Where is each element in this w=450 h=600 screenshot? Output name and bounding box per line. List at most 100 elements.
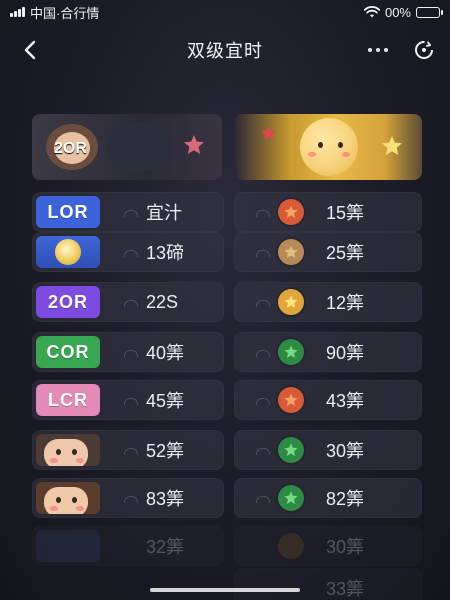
face-cheek bbox=[50, 506, 58, 511]
row-left-value: 宜汁 bbox=[146, 203, 182, 223]
row-left-2[interactable]: 13碲 bbox=[32, 232, 224, 272]
smiley-cheek bbox=[308, 152, 316, 157]
row-right-6[interactable]: 30筭 bbox=[234, 430, 422, 470]
more-dot bbox=[384, 48, 388, 52]
row-right-value: 25筭 bbox=[326, 243, 365, 263]
indicator-icon bbox=[256, 210, 270, 217]
row-left-value: 83筭 bbox=[146, 489, 185, 509]
battery-percent: 00% bbox=[384, 4, 411, 20]
face-eye bbox=[56, 449, 61, 455]
smiley-face-icon bbox=[300, 118, 358, 176]
banner-dark-face bbox=[106, 122, 170, 172]
avatar bbox=[36, 434, 100, 466]
row-right-5[interactable]: 43筭 bbox=[234, 380, 422, 420]
row-right-4[interactable]: 90筭 bbox=[234, 332, 422, 372]
more-dot bbox=[368, 48, 372, 52]
face-eye bbox=[56, 497, 61, 503]
row-left-7[interactable]: 83筭 bbox=[32, 478, 224, 518]
badge-pink: LCR bbox=[36, 384, 100, 416]
indicator-icon bbox=[256, 496, 270, 503]
face-cheek bbox=[76, 506, 84, 511]
banner-right[interactable] bbox=[234, 114, 422, 180]
face-cheek bbox=[76, 458, 84, 463]
row-left-1[interactable]: LOR 宜汁 bbox=[32, 192, 224, 232]
smiley-eye bbox=[318, 142, 323, 148]
badge-text: 2OR bbox=[47, 291, 88, 312]
row-right-2[interactable]: 25筭 bbox=[234, 232, 422, 272]
indicator-icon bbox=[124, 210, 138, 217]
gem-icon bbox=[55, 239, 81, 265]
row-left-value: 40筭 bbox=[146, 343, 185, 363]
row-right-value: 33筭 bbox=[326, 579, 365, 599]
row-right-9[interactable]: 33筭 bbox=[234, 568, 422, 600]
bronze-coin-icon bbox=[278, 239, 304, 265]
star-icon bbox=[382, 136, 402, 155]
row-right-value: 30筭 bbox=[326, 537, 365, 557]
indicator-icon bbox=[256, 448, 270, 455]
gold-coin-icon bbox=[278, 289, 304, 315]
row-left-value: 45筭 bbox=[146, 391, 185, 411]
app-screen: 中国·合行情 00% 双级宜时 2OR LOR 宜汁 15筭 13碲 25筭 2… bbox=[0, 0, 450, 600]
status-left: 中国·合行情 bbox=[10, 3, 99, 22]
badge-text: LOR bbox=[47, 201, 89, 222]
battery-icon bbox=[416, 6, 443, 18]
row-left-6[interactable]: 52筭 bbox=[32, 430, 224, 470]
badge-text: COR bbox=[46, 341, 90, 362]
indicator-icon bbox=[256, 250, 270, 257]
banner-left[interactable]: 2OR bbox=[32, 114, 222, 180]
refresh-button[interactable] bbox=[410, 36, 438, 64]
row-left-3[interactable]: 2OR 22S bbox=[32, 282, 224, 322]
row-right-8[interactable]: 30筭 bbox=[234, 526, 422, 566]
signal-icon bbox=[10, 7, 25, 17]
row-left-5[interactable]: LCR 45筭 bbox=[32, 380, 224, 420]
red-coin-icon bbox=[278, 387, 304, 413]
smiley-cheek bbox=[342, 152, 350, 157]
more-button[interactable] bbox=[362, 38, 394, 62]
indicator-icon bbox=[124, 350, 138, 357]
row-left-value: 22S bbox=[146, 291, 179, 312]
row-right-value: 90筭 bbox=[326, 343, 365, 363]
indicator-icon bbox=[256, 398, 270, 405]
row-right-value: 43筭 bbox=[326, 391, 365, 411]
row-left-value: 32筭 bbox=[146, 537, 185, 557]
row-right-value: 30筭 bbox=[326, 441, 365, 461]
row-right-value: 15筭 bbox=[326, 203, 365, 223]
badge-blue: LOR bbox=[36, 196, 100, 228]
row-left-4[interactable]: COR 40筭 bbox=[32, 332, 224, 372]
indicator-icon bbox=[256, 350, 270, 357]
face-cheek bbox=[50, 458, 58, 463]
row-right-value: 12筭 bbox=[326, 293, 365, 313]
bronze-coin-icon bbox=[278, 533, 304, 559]
green-star-icon bbox=[278, 339, 304, 365]
page-title: 双级宜时 bbox=[187, 41, 263, 61]
indicator-icon bbox=[124, 448, 138, 455]
indicator-icon bbox=[124, 250, 138, 257]
indicator-icon bbox=[256, 300, 270, 307]
refresh-icon bbox=[415, 41, 433, 59]
back-button[interactable] bbox=[16, 36, 44, 64]
badge-text: LCR bbox=[48, 389, 88, 410]
badge-purple: 2OR bbox=[36, 286, 100, 318]
home-indicator[interactable] bbox=[150, 588, 300, 592]
green-star-icon bbox=[278, 437, 304, 463]
star-icon bbox=[261, 125, 277, 140]
star-icon bbox=[184, 135, 204, 154]
indicator-icon bbox=[124, 398, 138, 405]
row-right-7[interactable]: 82筭 bbox=[234, 478, 422, 518]
badge-green: COR bbox=[36, 336, 100, 368]
avatar bbox=[36, 482, 100, 514]
green-star-icon bbox=[278, 485, 304, 511]
row-right-3[interactable]: 12筭 bbox=[234, 282, 422, 322]
row-left-value: 13碲 bbox=[146, 243, 185, 263]
face-eye bbox=[72, 497, 77, 503]
indicator-icon bbox=[124, 300, 138, 307]
more-dot bbox=[376, 48, 380, 52]
avatar bbox=[36, 530, 100, 562]
row-right-1[interactable]: 15筭 bbox=[234, 192, 422, 232]
status-right: 00% bbox=[363, 4, 443, 20]
row-right-value: 82筭 bbox=[326, 489, 365, 509]
face-eye bbox=[72, 449, 77, 455]
carrier-text: 中国·合行情 bbox=[30, 5, 100, 21]
row-left-8[interactable]: 32筭 bbox=[32, 526, 224, 566]
smiley-eye bbox=[338, 142, 343, 148]
